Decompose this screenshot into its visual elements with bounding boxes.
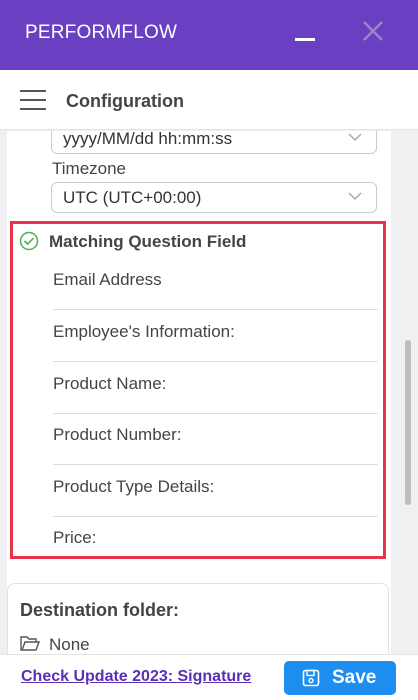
close-icon [363, 21, 383, 41]
field-row-product-type[interactable]: Product Type Details: [53, 465, 378, 517]
destination-title: Destination folder: [20, 600, 180, 620]
app-window: PERFORMFLOW Configuration yyyy/MM/dd hh:… [0, 0, 418, 700]
header-bar: Configuration [0, 70, 418, 130]
app-title: PERFORMFLOW [25, 22, 178, 43]
close-button[interactable] [360, 18, 386, 44]
field-label: Product Number: [53, 425, 182, 444]
folder-icon [20, 636, 40, 651]
footer-bar: Check Update 2023: Signature Save [0, 654, 418, 700]
timezone-select[interactable]: UTC (UTC+00:00) [51, 182, 377, 213]
timezone-value: UTC (UTC+00:00) [63, 188, 202, 207]
hamburger-line [20, 90, 46, 92]
title-bar: PERFORMFLOW [0, 0, 418, 70]
field-row-email[interactable]: Email Address [53, 258, 378, 310]
date-format-value: yyyy/MM/dd hh:mm:ss [63, 131, 233, 148]
save-label: Save [332, 667, 377, 688]
save-icon [302, 669, 320, 687]
hamburger-line [20, 108, 46, 110]
save-button[interactable]: Save [284, 661, 396, 695]
field-row-employee-info[interactable]: Employee's Information: [53, 310, 378, 362]
check-update-link[interactable]: Check Update 2023: Signature [21, 668, 251, 686]
field-label: Employee's Information: [53, 322, 235, 341]
field-label: Product Type Details: [53, 477, 215, 496]
menu-button[interactable] [20, 88, 46, 112]
field-label: Price: [53, 528, 97, 547]
field-row-product-name[interactable]: Product Name: [53, 362, 378, 414]
page-title: Configuration [66, 91, 184, 111]
matching-question-section: Matching Question Field Email Address Em… [10, 221, 386, 559]
matching-question-title: Matching Question Field [49, 232, 247, 251]
date-format-select[interactable]: yyyy/MM/dd hh:mm:ss [51, 131, 377, 154]
destination-folder-value[interactable]: None [49, 635, 90, 654]
settings-card: yyyy/MM/dd hh:mm:ss Timezone UTC (UTC+00… [7, 131, 391, 654]
field-row-price[interactable]: Price: [53, 516, 378, 568]
hamburger-line [20, 99, 46, 101]
destination-card: Destination folder: None [7, 583, 389, 654]
scroll-content[interactable]: yyyy/MM/dd hh:mm:ss Timezone UTC (UTC+00… [0, 131, 418, 654]
scrollbar-thumb[interactable] [405, 340, 411, 505]
field-row-product-number[interactable]: Product Number: [53, 413, 378, 465]
chevron-down-icon [348, 192, 362, 201]
check-circle-icon [19, 231, 39, 251]
field-label: Email Address [53, 270, 162, 289]
field-label: Product Name: [53, 374, 167, 393]
minimize-button[interactable] [292, 20, 318, 46]
chevron-down-icon [348, 133, 362, 142]
timezone-label: Timezone [52, 159, 127, 178]
